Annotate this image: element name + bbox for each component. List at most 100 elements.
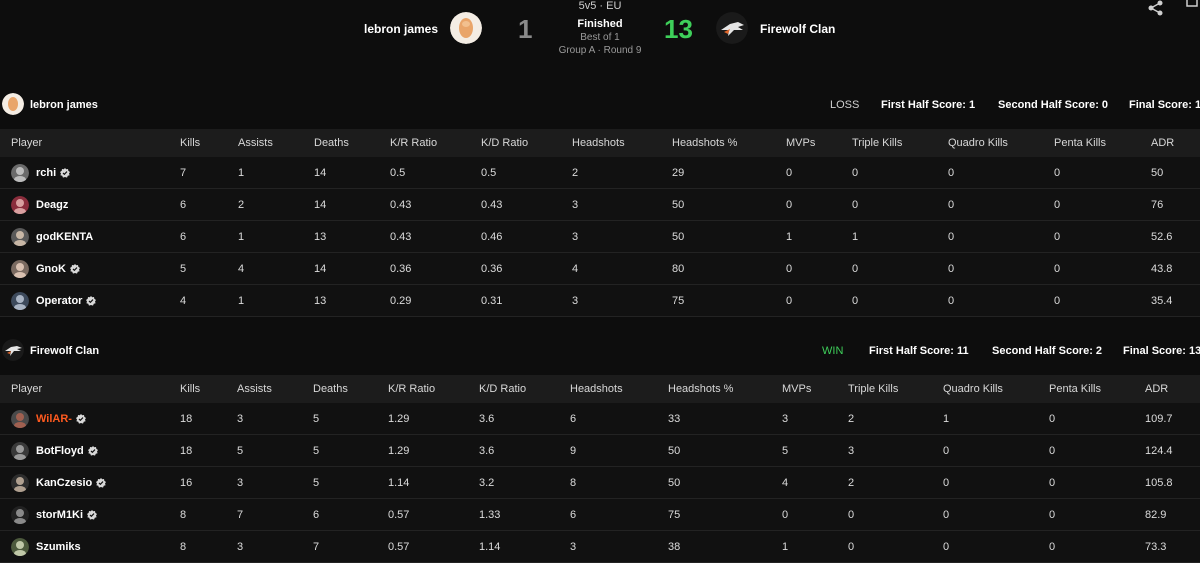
team-name[interactable]: Firewolf Clan	[30, 345, 99, 357]
stat-cell: 50	[1151, 157, 1200, 189]
player-name[interactable]: Deagz	[36, 199, 68, 211]
column-header[interactable]: Headshots	[570, 375, 668, 403]
player-avatar[interactable]	[11, 537, 29, 556]
player-avatar[interactable]	[11, 473, 29, 492]
player-row[interactable]: Operator 4 1 13 0.29 0.31 3 75 0 0 0 0 35.4	[0, 284, 1200, 317]
column-header[interactable]: Assists	[237, 375, 313, 403]
player-name[interactable]: KanCzesio	[36, 477, 92, 489]
player-cell[interactable]: BotFloyd	[0, 434, 180, 467]
column-header[interactable]: ADR	[1145, 375, 1200, 403]
player-row[interactable]: storM1Ki 8 7 6 0.57 1.33 6 75 0 0 0 0 82.9	[0, 498, 1200, 531]
column-header[interactable]: Quadro Kills	[948, 129, 1054, 157]
stat-cell: 0.36	[481, 252, 572, 285]
column-header[interactable]: Headshots %	[668, 375, 782, 403]
stat-cell: 6	[570, 498, 668, 531]
team-avatar[interactable]	[2, 339, 24, 361]
player-row[interactable]: KanCzesio 16 3 5 1.14 3.2 8 50 4 2 0 0 105.8	[0, 466, 1200, 499]
player-name[interactable]: Szumiks	[36, 541, 81, 553]
player-avatar[interactable]	[11, 505, 29, 524]
stat-cell: 0	[786, 252, 852, 285]
column-header[interactable]: Triple Kills	[848, 375, 943, 403]
verified-badge-icon	[86, 295, 97, 306]
first-half-score: First Half Score: 1	[881, 99, 976, 111]
player-cell[interactable]: storM1Ki	[0, 498, 180, 531]
player-cell[interactable]: rchi	[0, 157, 180, 189]
player-cell[interactable]: Deagz	[0, 188, 180, 221]
column-header[interactable]: Player	[0, 129, 180, 157]
column-header[interactable]: Deaths	[313, 375, 388, 403]
stat-cell: 13	[314, 220, 390, 253]
team-left-name[interactable]: lebron james	[364, 22, 438, 36]
team-name[interactable]: lebron james	[30, 99, 98, 111]
column-header[interactable]: Headshots	[572, 129, 672, 157]
column-header[interactable]: Triple Kills	[852, 129, 948, 157]
player-row[interactable]: rchi 7 1 14 0.5 0.5 2 29 0 0 0 0 50	[0, 157, 1200, 189]
stat-cell: 105.8	[1145, 466, 1200, 499]
stat-cell: 3	[782, 403, 848, 435]
player-name[interactable]: BotFloyd	[36, 445, 84, 457]
stat-cell: 0	[786, 188, 852, 221]
player-cell[interactable]: Szumiks	[0, 530, 180, 563]
team-right-avatar[interactable]	[716, 12, 748, 44]
column-header[interactable]: Penta Kills	[1054, 129, 1151, 157]
share-icon[interactable]	[1146, 0, 1166, 16]
stat-cell: 0.43	[390, 220, 481, 253]
player-avatar[interactable]	[11, 441, 29, 460]
column-header[interactable]: K/R Ratio	[390, 129, 481, 157]
player-name[interactable]: godKENTA	[36, 231, 93, 243]
player-avatar[interactable]	[11, 195, 29, 214]
stat-cell: 1.33	[479, 498, 570, 531]
player-name[interactable]: rchi	[36, 167, 56, 179]
player-name[interactable]: WilAR-	[36, 413, 72, 425]
player-cell[interactable]: Operator	[0, 284, 180, 317]
column-header[interactable]: MVPs	[782, 375, 848, 403]
column-header[interactable]: Player	[0, 375, 180, 403]
stat-cell: 8	[180, 498, 237, 531]
player-row[interactable]: BotFloyd 18 5 5 1.29 3.6 9 50 5 3 0 0 124.4	[0, 434, 1200, 467]
column-header[interactable]: Deaths	[314, 129, 390, 157]
table-header-row: Player Kills Assists Deaths K/R Ratio K/D Rat…	[0, 375, 1200, 403]
player-avatar[interactable]	[11, 259, 29, 278]
player-name[interactable]: Operator	[36, 295, 82, 307]
stat-cell: 8	[180, 530, 237, 563]
player-name[interactable]: GnoK	[36, 263, 66, 275]
stat-cell: 2	[572, 157, 672, 189]
player-avatar[interactable]	[11, 409, 29, 428]
team-right-name[interactable]: Firewolf Clan	[760, 22, 835, 36]
column-header[interactable]: K/D Ratio	[481, 129, 572, 157]
player-cell[interactable]: GnoK	[0, 252, 180, 285]
team-avatar[interactable]	[2, 93, 24, 115]
column-header[interactable]: Assists	[238, 129, 314, 157]
player-row[interactable]: Szumiks 8 3 7 0.57 1.14 3 38 1 0 0 0 73.3	[0, 530, 1200, 563]
player-row[interactable]: Deagz 6 2 14 0.43 0.43 3 50 0 0 0 0 76	[0, 188, 1200, 221]
stat-cell: 14	[314, 188, 390, 221]
stat-cell: 0	[1054, 252, 1151, 285]
first-half-score: First Half Score: 11	[869, 345, 969, 357]
stat-cell: 1	[782, 530, 848, 563]
column-header[interactable]: K/D Ratio	[479, 375, 570, 403]
player-avatar[interactable]	[11, 163, 29, 182]
player-name[interactable]: storM1Ki	[36, 509, 83, 521]
player-cell[interactable]: WilAR-	[0, 403, 180, 435]
player-cell[interactable]: KanCzesio	[0, 466, 180, 499]
column-header[interactable]: MVPs	[786, 129, 852, 157]
player-avatar[interactable]	[11, 227, 29, 246]
team-stats-table: Player Kills Assists Deaths K/R Ratio K/D Rat…	[0, 129, 1200, 317]
corner-icon[interactable]	[1184, 0, 1200, 16]
column-header[interactable]: ADR	[1151, 129, 1200, 157]
column-header[interactable]: Kills	[180, 129, 238, 157]
player-row[interactable]: GnoK 5 4 14 0.36 0.36 4 80 0 0 0 0 43.8	[0, 252, 1200, 285]
player-avatar[interactable]	[11, 291, 29, 310]
player-row[interactable]: WilAR- 18 3 5 1.29 3.6 6 33 3 2 1 0 109.7	[0, 403, 1200, 435]
column-header[interactable]: Quadro Kills	[943, 375, 1049, 403]
stat-cell: 0.46	[481, 220, 572, 253]
column-header[interactable]: K/R Ratio	[388, 375, 479, 403]
player-cell[interactable]: godKENTA	[0, 220, 180, 253]
stat-cell: 0	[852, 284, 948, 317]
column-header[interactable]: Penta Kills	[1049, 375, 1145, 403]
column-header[interactable]: Kills	[180, 375, 237, 403]
team-left-avatar[interactable]	[450, 12, 482, 44]
column-header[interactable]: Headshots %	[672, 129, 786, 157]
player-row[interactable]: godKENTA 6 1 13 0.43 0.46 3 50 1 1 0 0 52.6	[0, 220, 1200, 253]
stat-cell: 5	[313, 403, 388, 435]
